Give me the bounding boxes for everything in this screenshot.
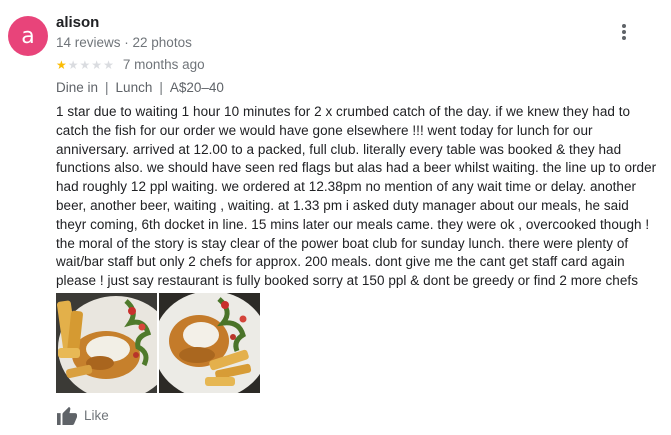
- avatar-letter: a: [21, 23, 35, 49]
- like-label: Like: [84, 407, 109, 423]
- tag-price: A$20–40: [169, 80, 224, 95]
- review-time: 7 months ago: [122, 57, 205, 72]
- more-vert-icon[interactable]: [619, 22, 629, 44]
- review-photo-2[interactable]: [159, 293, 260, 393]
- star-empty-icon: ★: [103, 57, 114, 72]
- tag-meal: Lunch: [115, 80, 153, 95]
- review-photo-1[interactable]: [56, 293, 157, 393]
- reviewer-name[interactable]: alison: [56, 14, 99, 31]
- review-text: 1 star due to waiting 1 hour 10 minutes …: [56, 104, 657, 289]
- reviewer-stats: 14 reviews · 22 photos: [56, 35, 192, 50]
- thumbs-up-icon: [57, 406, 77, 425]
- like-button[interactable]: Like: [56, 405, 109, 425]
- review-tags: Dine in | Lunch | A$20–40: [56, 80, 224, 95]
- tag-separator: |: [159, 80, 163, 95]
- star-filled-icon: ★: [56, 57, 67, 72]
- rating-row: ★ ★ ★ ★ ★ 7 months ago: [56, 57, 205, 72]
- star-empty-icon: ★: [91, 57, 103, 72]
- food-photo-icon: [56, 293, 157, 393]
- tag-separator: |: [105, 80, 109, 95]
- star-empty-icon: ★: [79, 57, 91, 72]
- tag-dine-in: Dine in: [56, 80, 99, 95]
- avatar[interactable]: a: [8, 16, 48, 56]
- food-photo-icon: [159, 293, 260, 393]
- star-empty-icon: ★: [67, 57, 79, 72]
- star-rating: ★ ★ ★ ★ ★: [56, 58, 115, 72]
